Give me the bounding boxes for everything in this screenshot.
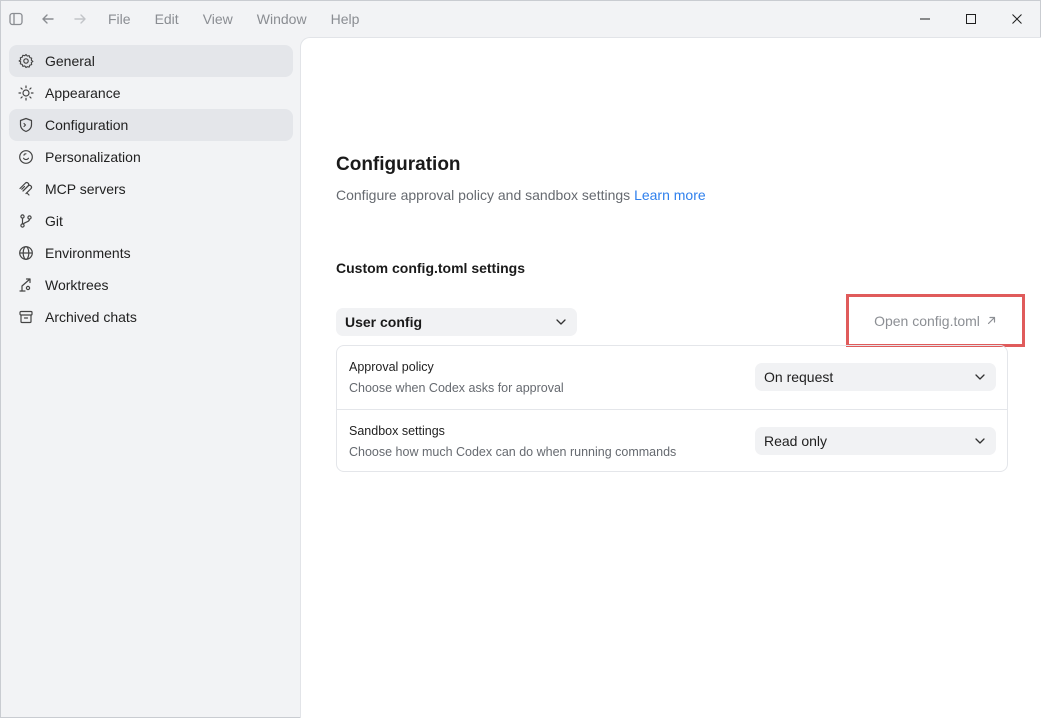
- archive-icon: [17, 308, 35, 326]
- window-controls: [902, 1, 1040, 37]
- sidebar-item-label: Git: [45, 213, 63, 229]
- sidebar-item-label: Appearance: [45, 85, 121, 101]
- open-config-label: Open config.toml: [874, 312, 980, 329]
- setting-subtitle: Choose when Codex asks for approval: [349, 381, 564, 395]
- main-panel: Configuration Configure approval policy …: [300, 37, 1041, 718]
- close-icon: [1012, 14, 1022, 24]
- sidebar-item-worktrees[interactable]: Worktrees: [9, 269, 293, 301]
- globe-icon: [17, 244, 35, 262]
- app-window: File Edit View Window Help General Appea…: [0, 0, 1041, 718]
- worktree-icon: [17, 276, 35, 294]
- learn-more-link[interactable]: Learn more: [634, 187, 706, 203]
- shield-icon: [17, 116, 35, 134]
- open-config-button[interactable]: Open config.toml: [846, 294, 1025, 347]
- smile-icon: [17, 148, 35, 166]
- menu-help[interactable]: Help: [331, 11, 360, 27]
- config-scope-value: User config: [345, 314, 423, 330]
- page-title: Configuration: [336, 154, 461, 175]
- sidebar-item-general[interactable]: General: [9, 45, 293, 77]
- title-bar: File Edit View Window Help: [1, 1, 1040, 37]
- setting-title: Sandbox settings: [349, 424, 445, 438]
- page-description-text: Configure approval policy and sandbox se…: [336, 187, 631, 203]
- settings-card: Approval policy Choose when Codex asks f…: [336, 345, 1008, 472]
- sidebar-item-appearance[interactable]: Appearance: [9, 77, 293, 109]
- setting-row-approval-policy: Approval policy Choose when Codex asks f…: [337, 346, 1007, 409]
- chevron-down-icon: [974, 371, 986, 383]
- chevron-down-icon: [555, 316, 567, 328]
- external-link-icon: [986, 315, 997, 326]
- sidebar-item-label: Worktrees: [45, 277, 109, 293]
- config-scope-select[interactable]: User config: [336, 308, 577, 336]
- maximize-icon: [966, 14, 976, 24]
- sidebar-item-label: Archived chats: [45, 309, 137, 325]
- sandbox-settings-select[interactable]: Read only: [755, 427, 996, 455]
- chevron-down-icon: [974, 435, 986, 447]
- sidebar-item-environments[interactable]: Environments: [9, 237, 293, 269]
- git-branch-icon: [17, 212, 35, 230]
- sidebar-item-label: MCP servers: [45, 181, 126, 197]
- sun-icon: [17, 84, 35, 102]
- menu-bar: File Edit View Window Help: [108, 1, 383, 37]
- minimize-button[interactable]: [902, 1, 948, 37]
- setting-title: Approval policy: [349, 360, 434, 374]
- forward-arrow-icon[interactable]: [70, 9, 90, 29]
- sidebar-item-git[interactable]: Git: [9, 205, 293, 237]
- sidebar-item-label: Configuration: [45, 117, 129, 133]
- menu-window[interactable]: Window: [257, 11, 307, 27]
- page-description: Configure approval policy and sandbox se…: [336, 187, 706, 203]
- approval-policy-value: On request: [764, 369, 834, 385]
- back-arrow-icon[interactable]: [38, 9, 58, 29]
- section-title: Custom config.toml settings: [336, 260, 525, 276]
- setting-row-sandbox-settings: Sandbox settings Choose how much Codex c…: [337, 409, 1007, 472]
- gear-icon: [17, 52, 35, 70]
- sidebar-item-archived-chats[interactable]: Archived chats: [9, 301, 293, 333]
- menu-file[interactable]: File: [108, 11, 131, 27]
- sidebar-item-label: General: [45, 53, 95, 69]
- settings-sidebar: General Appearance Configuration Persona…: [9, 45, 293, 333]
- sidebar-item-personalization[interactable]: Personalization: [9, 141, 293, 173]
- sandbox-settings-value: Read only: [764, 433, 828, 449]
- mcp-icon: [17, 180, 35, 198]
- setting-subtitle: Choose how much Codex can do when runnin…: [349, 445, 677, 459]
- maximize-button[interactable]: [948, 1, 994, 37]
- menu-edit[interactable]: Edit: [155, 11, 179, 27]
- close-button[interactable]: [994, 1, 1040, 37]
- sidebar-toggle-icon[interactable]: [6, 9, 26, 29]
- minimize-icon: [920, 18, 930, 20]
- sidebar-item-label: Personalization: [45, 149, 141, 165]
- sidebar-item-configuration[interactable]: Configuration: [9, 109, 293, 141]
- approval-policy-select[interactable]: On request: [755, 363, 996, 391]
- menu-view[interactable]: View: [203, 11, 233, 27]
- sidebar-item-label: Environments: [45, 245, 131, 261]
- sidebar-item-mcp-servers[interactable]: MCP servers: [9, 173, 293, 205]
- title-bar-left: [6, 9, 90, 29]
